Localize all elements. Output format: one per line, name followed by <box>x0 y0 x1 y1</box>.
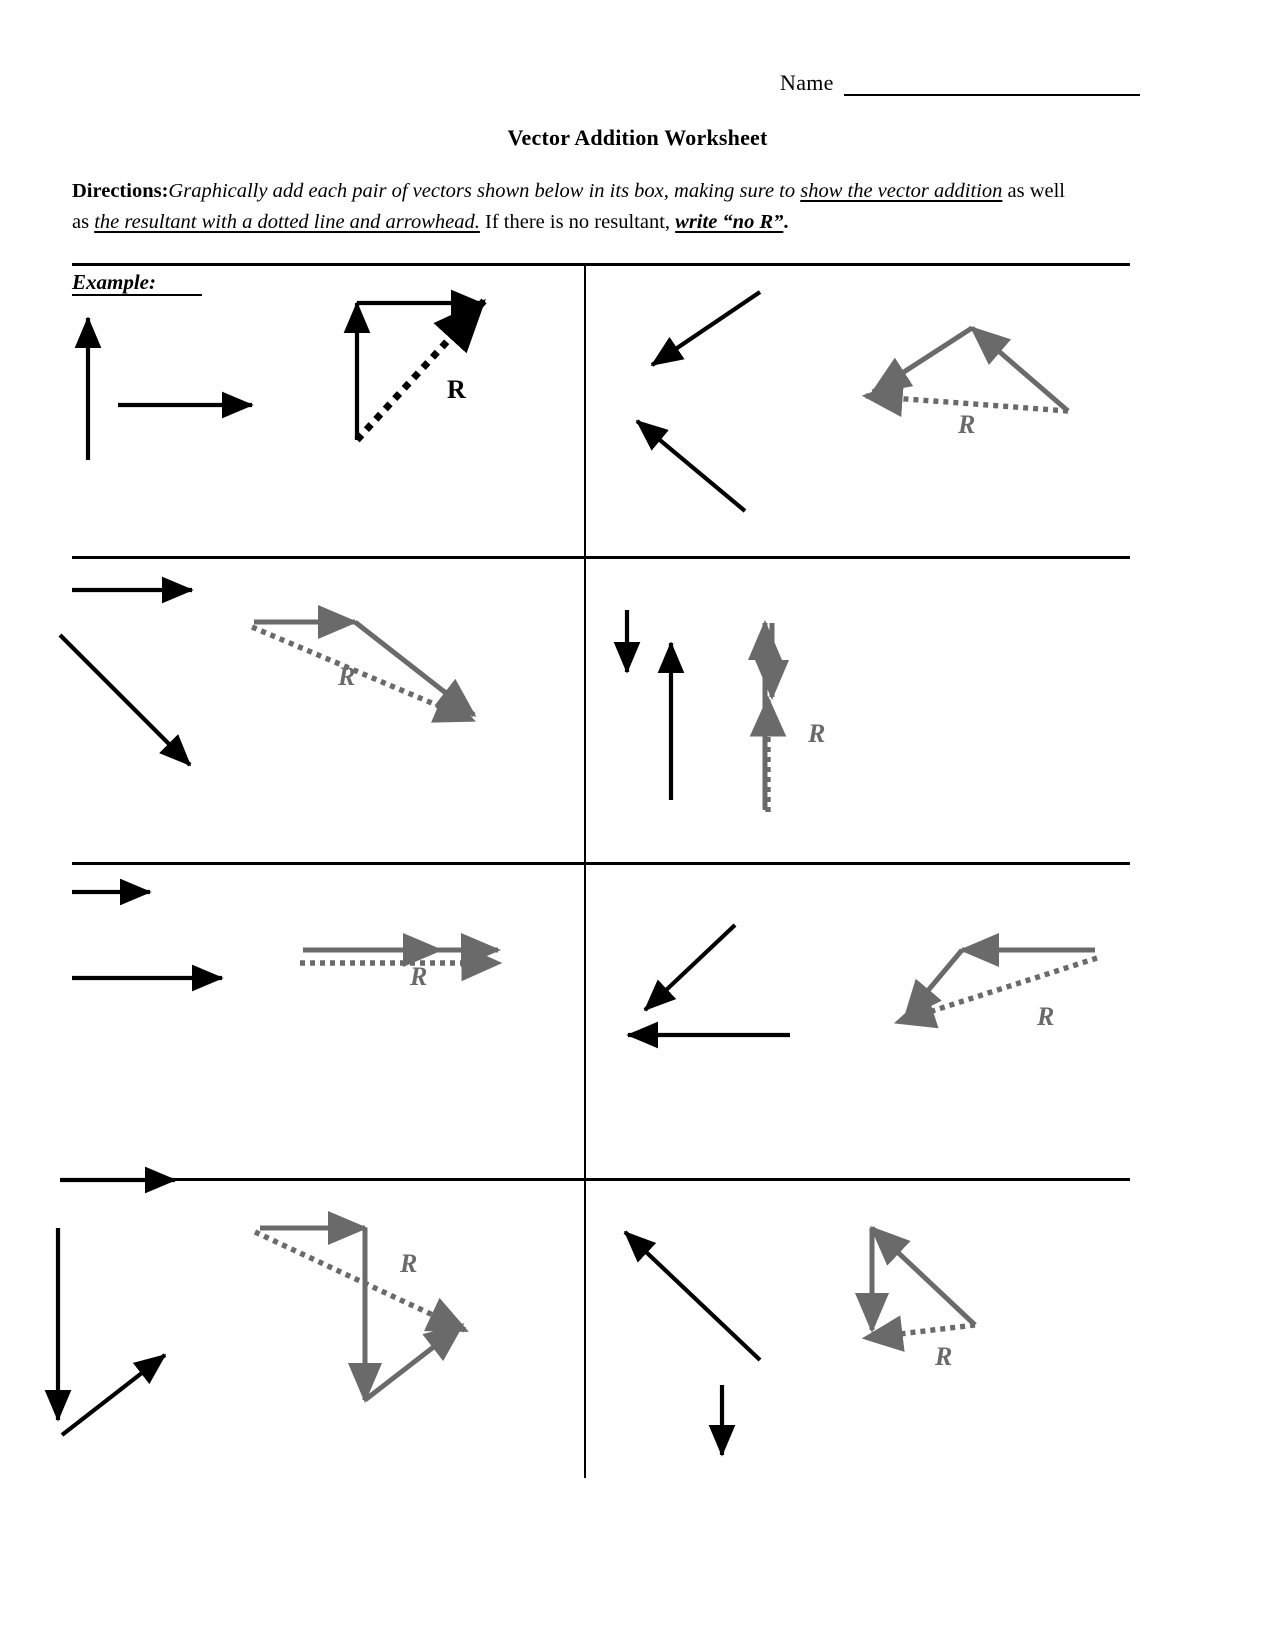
up-left-arrow <box>623 1230 762 1362</box>
resultant-vector <box>253 1229 469 1333</box>
resultant-label: R <box>399 1249 417 1278</box>
worksheet-page: Name Vector Addition Worksheet Direction… <box>0 0 1275 1650</box>
box-5: R <box>626 923 1098 1049</box>
vector-artwork-layer: R R R R R R R R <box>44 289 1098 1457</box>
box-6: R <box>44 1166 469 1437</box>
solution-down-left-arrow <box>870 325 974 395</box>
solution-up-right-arrow <box>363 1323 465 1402</box>
resultant-vector <box>354 298 487 443</box>
example-box: R <box>74 289 487 460</box>
resultant-label: R <box>447 375 466 404</box>
resultant-label: R <box>807 719 825 748</box>
resultant-label: R <box>337 662 355 691</box>
down-right-arrow <box>58 633 192 767</box>
resultant-label: R <box>1036 1002 1054 1031</box>
resultant-label: R <box>957 410 975 439</box>
resultant-vector <box>861 1315 976 1352</box>
box-3: R <box>613 610 825 812</box>
box-4: R <box>72 878 503 992</box>
up-right-arrow <box>60 1353 167 1437</box>
resultant-vector <box>861 380 1069 418</box>
box-7: R <box>623 1225 977 1457</box>
down-left-arrow <box>643 923 737 1012</box>
solution-up-left-arrow <box>869 1225 977 1327</box>
box-2: R <box>58 576 477 767</box>
resultant-label: R <box>409 962 427 991</box>
box-1: R <box>635 290 1070 513</box>
up-left-arrow <box>635 419 747 513</box>
solution-down-right-arrow <box>353 620 477 717</box>
resultant-vector <box>250 624 476 723</box>
resultant-label: R <box>934 1342 952 1371</box>
down-left-arrow <box>650 290 762 367</box>
solution-up-right-arrow <box>969 326 1070 413</box>
